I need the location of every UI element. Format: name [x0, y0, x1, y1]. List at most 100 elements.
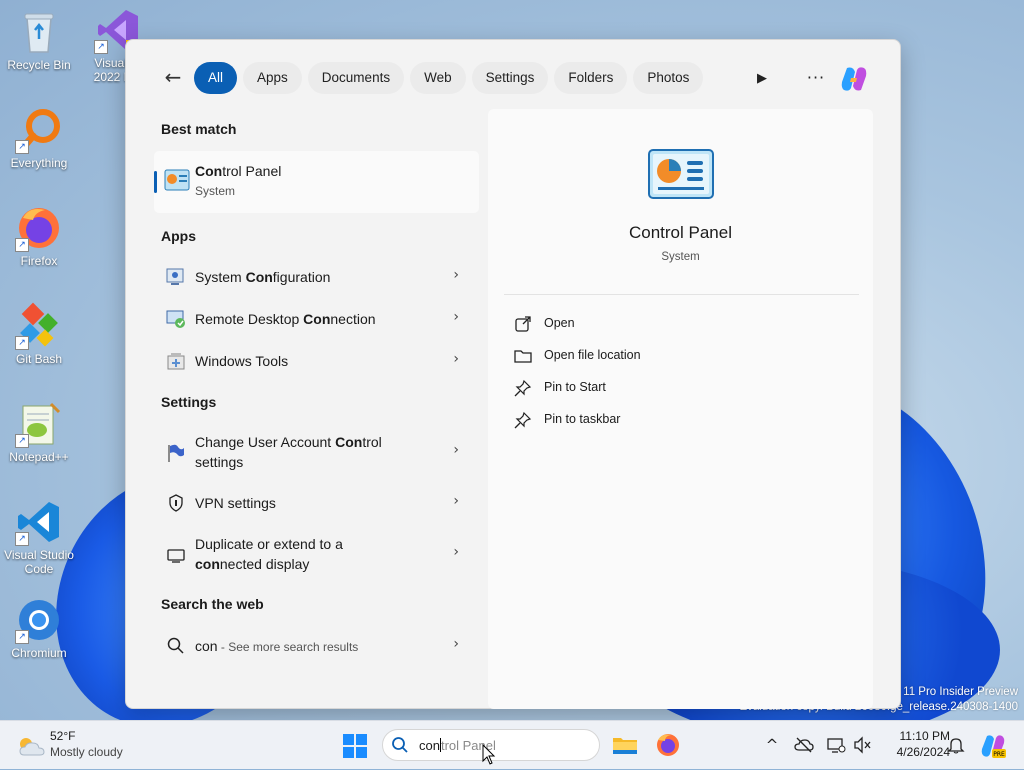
chevron-right-icon: ›	[453, 442, 459, 458]
section-title-web: Search the web	[161, 596, 264, 612]
system-clock[interactable]: 11:10 PM 4/26/2024	[880, 728, 950, 760]
chevron-right-icon: ›	[453, 351, 459, 367]
setting-result-label: VPN settings	[195, 495, 276, 511]
pin-icon	[514, 411, 532, 429]
best-match-subtitle: System	[195, 184, 236, 198]
tab-folders[interactable]: Folders	[554, 62, 628, 94]
weather-condition: Mostly cloudy	[50, 745, 123, 759]
detail-title: Control Panel	[628, 223, 732, 242]
section-title-settings: Settings	[161, 394, 217, 410]
action-pin-to-start[interactable]: Pin to Start	[514, 377, 844, 401]
app-result-windows-tools[interactable]: Windows Tools ›	[154, 349, 479, 373]
result-detail-pane: Control Panel System Open Open file loca…	[488, 109, 873, 709]
search-flyout: ← All Apps Documents Web Settings Folder…	[125, 39, 901, 709]
clock-date: 4/26/2024	[896, 745, 950, 759]
setting-result-label: Duplicate or extend to a connected displa…	[195, 536, 343, 572]
display-icon	[166, 545, 186, 565]
setting-result-label: Change User Account Control settings	[195, 434, 382, 470]
firefox-icon: ↗	[15, 204, 63, 252]
speaker-muted-icon[interactable]	[852, 735, 872, 755]
desktop-icon-notepad-plus-plus[interactable]: ↗ Notepad++	[1, 400, 77, 464]
web-result-see-more[interactable]: con - See more search results ›	[154, 634, 479, 658]
taskbar: 52°F Mostly cloudy control Panel ^ 11:10…	[0, 720, 1024, 769]
folder-icon	[514, 347, 532, 365]
desktop-icon-chromium[interactable]: ↗ Chromium	[1, 596, 77, 660]
windows-start-icon[interactable]	[342, 733, 368, 759]
action-open-file-location[interactable]: Open file location	[514, 345, 844, 369]
system-configuration-icon	[166, 267, 186, 287]
git-bash-icon: ↗	[15, 302, 63, 350]
back-arrow-icon[interactable]: ←	[162, 67, 184, 89]
tab-apps[interactable]: Apps	[243, 62, 302, 94]
search-icon	[166, 636, 186, 656]
desktop-icon-vscode[interactable]: ↗ Visual Studio Code	[1, 498, 77, 576]
tab-documents[interactable]: Documents	[307, 62, 405, 94]
setting-result-uac[interactable]: Change User Account Control settings ›	[154, 432, 479, 474]
more-options-button[interactable]: ···	[805, 69, 827, 89]
shortcut-arrow-icon: ↗	[15, 434, 29, 448]
chevron-right-icon: ›	[453, 267, 459, 283]
tab-web[interactable]: Web	[410, 62, 466, 94]
play-more-tabs-icon[interactable]: ▶	[752, 69, 772, 89]
tab-all[interactable]: All	[194, 62, 238, 94]
desktop-icon-recycle-bin[interactable]: Recycle Bin	[1, 8, 77, 72]
app-result-remote-desktop[interactable]: Remote Desktop Connection ›	[154, 307, 479, 331]
file-explorer-icon[interactable]	[612, 732, 638, 758]
notification-bell-icon[interactable]	[946, 735, 966, 755]
desktop-icon-label: Recycle Bin	[7, 58, 71, 72]
clock-time: 11:10 PM	[899, 729, 950, 743]
action-pin-to-taskbar[interactable]: Pin to taskbar	[514, 409, 844, 433]
selection-accent	[154, 171, 157, 193]
windows-tools-icon	[166, 351, 186, 371]
open-external-icon	[514, 315, 532, 333]
copilot-icon[interactable]	[839, 64, 869, 94]
vscode-icon: ↗	[15, 498, 63, 546]
app-result-label: Windows Tools	[195, 353, 289, 369]
shortcut-arrow-icon: ↗	[15, 140, 29, 154]
desktop-icon-label: Notepad++	[9, 450, 69, 464]
pin-icon	[514, 379, 532, 397]
desktop-icon-label: Firefox	[20, 254, 58, 268]
firefox-taskbar-icon[interactable]	[655, 732, 681, 758]
action-label: Open	[544, 316, 575, 330]
control-panel-icon	[164, 169, 190, 191]
weather-widget[interactable]: 52°F Mostly cloudy	[14, 729, 154, 763]
detail-subtitle: System	[661, 251, 700, 263]
divider	[504, 294, 859, 295]
desktop-icon-everything[interactable]: ↗ Everything	[1, 106, 77, 170]
svg-text:PRE: PRE	[993, 751, 1005, 758]
setting-result-duplicate-display[interactable]: Duplicate or extend to a connected displa…	[154, 534, 479, 576]
tab-photos[interactable]: Photos	[633, 62, 704, 94]
app-result-system-configuration[interactable]: System Configuration ›	[154, 265, 479, 289]
show-hidden-icons-chevron[interactable]: ^	[762, 735, 782, 755]
remote-desktop-icon	[166, 309, 186, 329]
action-label: Pin to taskbar	[544, 412, 621, 426]
action-label: Open file location	[544, 348, 641, 362]
desktop-icon-firefox[interactable]: ↗ Firefox	[1, 204, 77, 268]
best-match-control-panel[interactable]: Control Panel System	[154, 151, 479, 213]
web-result-label: con - See more search results	[195, 638, 359, 654]
shield-icon	[166, 493, 186, 513]
copilot-preview-icon[interactable]: PRE	[980, 733, 1006, 759]
network-icon[interactable]	[826, 735, 846, 755]
recycle-bin-icon	[15, 8, 63, 56]
desktop-icon-label: Everything	[10, 156, 68, 170]
desktop-icon-git-bash[interactable]: ↗ Git Bash	[1, 302, 77, 366]
setting-result-vpn[interactable]: VPN settings ›	[154, 491, 479, 515]
cloud-sun-icon	[16, 735, 46, 757]
best-match-title: Control Panel	[195, 163, 282, 179]
desktop-icon-label: Chromium	[11, 646, 67, 660]
action-open[interactable]: Open	[514, 313, 844, 337]
weather-temperature: 52°F	[50, 729, 76, 743]
app-result-label: System Configuration	[195, 269, 331, 285]
os-watermark-edition: 11 Pro Insider Preview	[903, 686, 1018, 698]
tab-settings[interactable]: Settings	[471, 62, 549, 94]
search-filter-tabs: All Apps Documents Web Settings Folders …	[194, 62, 704, 94]
everything-search-icon: ↗	[15, 106, 63, 154]
chevron-right-icon: ›	[453, 309, 459, 325]
section-title-apps: Apps	[161, 228, 196, 244]
onedrive-offline-icon[interactable]	[794, 735, 814, 755]
shortcut-arrow-icon: ↗	[15, 630, 29, 644]
app-result-label: Remote Desktop Connection	[195, 311, 376, 327]
action-label: Pin to Start	[544, 380, 606, 394]
